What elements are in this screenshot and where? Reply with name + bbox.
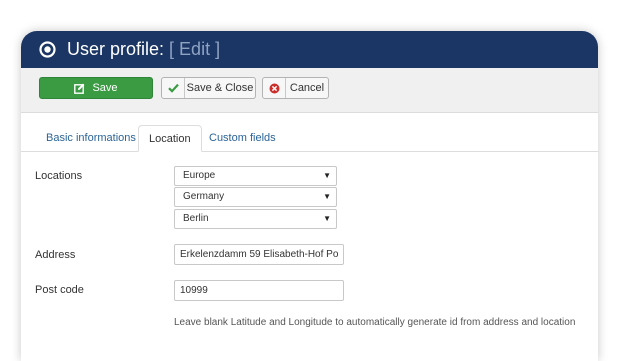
country-select[interactable]: Germany ▼ — [174, 187, 337, 207]
edit-icon — [74, 83, 85, 94]
postcode-label: Post code — [35, 284, 84, 296]
page-title-main: User profile: — [67, 39, 165, 59]
user-profile-window: User profile: [ Edit ] Save Save & Close — [21, 31, 598, 361]
dropdown-arrow-icon: ▼ — [323, 171, 331, 180]
tab-basic-informations[interactable]: Basic informations — [36, 125, 146, 151]
dropdown-arrow-icon: ▼ — [323, 192, 331, 201]
title-bar: User profile: [ Edit ] — [21, 31, 598, 68]
city-value: Berlin — [183, 213, 209, 224]
tab-location[interactable]: Location — [138, 125, 202, 152]
target-icon — [39, 41, 56, 58]
city-select[interactable]: Berlin ▼ — [174, 209, 337, 229]
cancel-icon — [263, 78, 286, 98]
dropdown-arrow-icon: ▼ — [323, 214, 331, 223]
tab-custom-fields[interactable]: Custom fields — [199, 125, 286, 151]
save-button-label: Save — [92, 82, 118, 94]
save-close-button[interactable]: Save & Close — [161, 77, 256, 99]
save-close-button-label: Save & Close — [186, 82, 254, 94]
cancel-button[interactable]: Cancel — [262, 77, 329, 99]
save-button[interactable]: Save — [39, 77, 153, 99]
country-value: Germany — [183, 191, 225, 202]
continent-value: Europe — [183, 170, 216, 181]
address-label: Address — [35, 249, 76, 261]
page-title: User profile: [ Edit ] — [67, 38, 220, 60]
postcode-input[interactable]: 10999 — [174, 280, 344, 301]
toolbar: Save Save & Close Cancel — [21, 68, 598, 113]
locations-label: Locations — [35, 170, 83, 182]
continent-select[interactable]: Europe ▼ — [174, 166, 337, 186]
page-title-mode: [ Edit ] — [169, 39, 221, 59]
tab-bar: Basic informations Location Custom field… — [21, 125, 598, 152]
address-input[interactable]: Erkelenzdamm 59 Elisabeth-Hof Po — [174, 244, 344, 265]
checkmark-icon — [162, 78, 185, 98]
geocode-help-text: Leave blank Latitude and Longitude to au… — [174, 317, 576, 328]
cancel-button-label: Cancel — [289, 82, 325, 94]
